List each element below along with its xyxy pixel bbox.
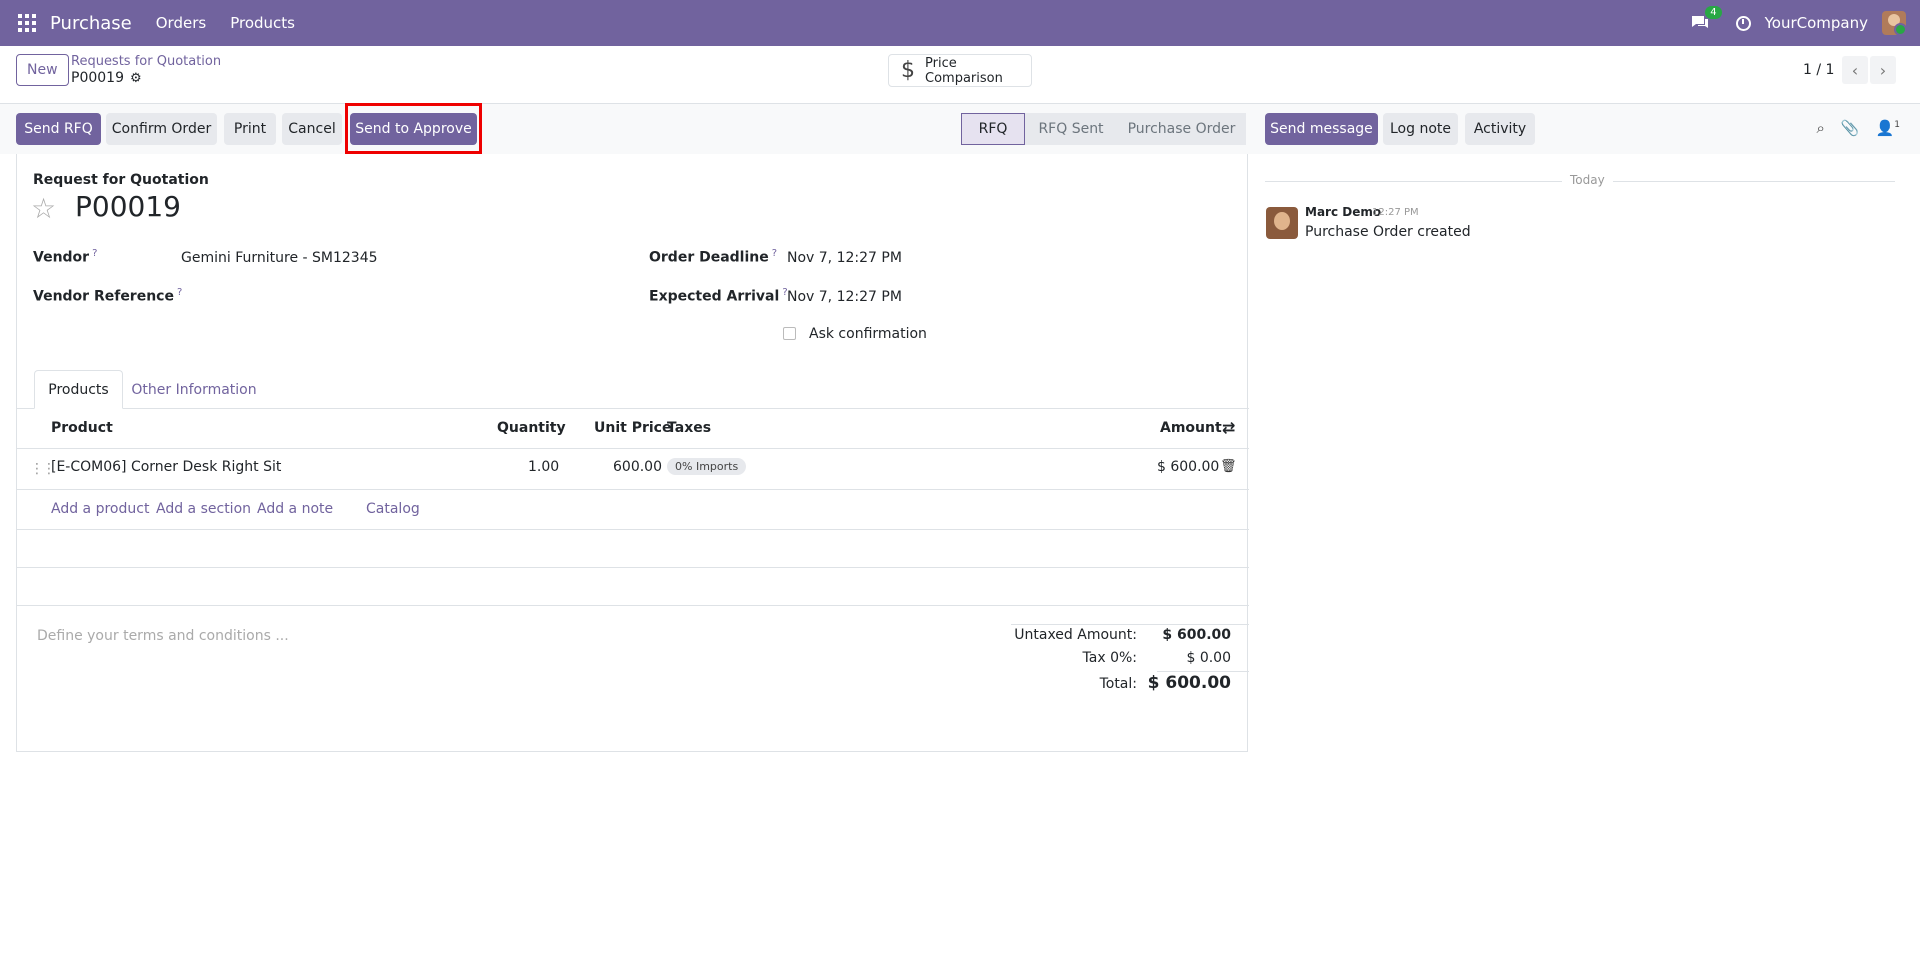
status-rfq[interactable]: RFQ bbox=[961, 113, 1025, 145]
total-divider bbox=[1157, 671, 1249, 672]
add-product-link[interactable]: Add a product bbox=[51, 501, 149, 517]
vendor-reference-field[interactable] bbox=[181, 289, 581, 309]
empty-row bbox=[17, 568, 1249, 606]
add-note-link[interactable]: Add a note bbox=[257, 501, 333, 517]
totals-divider bbox=[1011, 624, 1249, 625]
user-avatar[interactable] bbox=[1882, 11, 1906, 35]
print-button[interactable]: Print bbox=[224, 113, 276, 145]
chevron-right-icon[interactable]: › bbox=[1870, 56, 1896, 84]
terms-input[interactable]: Define your terms and conditions ... bbox=[37, 628, 289, 644]
order-deadline-label: Order Deadline? bbox=[649, 248, 778, 266]
chevron-left-icon[interactable]: ‹ bbox=[1842, 56, 1868, 84]
col-unit-price[interactable]: Unit Price bbox=[594, 420, 671, 436]
status-rfq-sent[interactable]: RFQ Sent bbox=[1025, 113, 1117, 145]
vendor-reference-label: Vendor Reference? bbox=[33, 287, 183, 305]
tab-products[interactable]: Products bbox=[34, 370, 123, 409]
log-note-button[interactable]: Log note bbox=[1383, 113, 1458, 145]
line-amount: $ 600.00 bbox=[1157, 459, 1220, 475]
total-value: $ 600.00 bbox=[1147, 673, 1231, 693]
breadcrumb[interactable]: Requests for Quotation bbox=[71, 54, 221, 69]
untaxed-label: Untaxed Amount: bbox=[1014, 627, 1137, 643]
tab-other-information[interactable]: Other Information bbox=[125, 370, 263, 409]
send-to-approve-button[interactable]: Send to Approve bbox=[350, 113, 477, 145]
record-title-text: P00019 bbox=[71, 70, 124, 86]
top-navbar: Purchase Orders Products 4 YourCompany bbox=[0, 0, 1920, 46]
vendor-field[interactable]: Gemini Furniture - SM12345 bbox=[181, 250, 378, 266]
activity-button[interactable]: Activity bbox=[1465, 113, 1535, 145]
col-taxes[interactable]: Taxes bbox=[667, 420, 711, 436]
send-rfq-button[interactable]: Send RFQ bbox=[16, 113, 101, 145]
notebook-tabs: Products Other Information bbox=[17, 370, 1249, 409]
trash-icon[interactable]: 🗑 bbox=[1220, 459, 1237, 474]
new-button[interactable]: New bbox=[16, 54, 69, 86]
today-label: Today bbox=[1562, 173, 1613, 187]
message-author-avatar[interactable] bbox=[1266, 207, 1298, 239]
tax-label: Tax 0%: bbox=[1082, 650, 1137, 666]
chatter-tools: ⌕ 📎 👤1 bbox=[1800, 119, 1900, 137]
add-line-row: Add a product Add a section Add a note C… bbox=[17, 490, 1249, 530]
untaxed-value: $ 600.00 bbox=[1162, 627, 1231, 643]
ask-confirmation-label: Ask confirmation bbox=[809, 326, 927, 342]
chat-count-badge: 4 bbox=[1705, 6, 1722, 19]
company-switcher[interactable]: YourCompany bbox=[1765, 14, 1868, 32]
total-label: Total: bbox=[1099, 676, 1137, 692]
record-title: P00019 ⚙ bbox=[71, 70, 142, 86]
order-deadline-field[interactable]: Nov 7, 12:27 PM bbox=[787, 250, 902, 266]
menu-products[interactable]: Products bbox=[230, 14, 295, 32]
activity-clock-icon[interactable] bbox=[1735, 15, 1751, 31]
price-comparison-button[interactable]: $ Price Comparison bbox=[888, 54, 1032, 87]
star-icon[interactable]: ☆ bbox=[31, 192, 56, 225]
status-purchase-order[interactable]: Purchase Order bbox=[1117, 113, 1246, 145]
col-amount[interactable]: Amount bbox=[1160, 420, 1222, 436]
empty-row bbox=[17, 530, 1249, 568]
price-comparison-label: Price Comparison bbox=[925, 55, 1003, 86]
message-time: 12:27 PM bbox=[1372, 207, 1419, 218]
line-product[interactable]: [E-COM06] Corner Desk Right Sit bbox=[51, 459, 281, 475]
pager-value[interactable]: 1 / 1 bbox=[1803, 62, 1834, 78]
tax-value: $ 0.00 bbox=[1186, 650, 1231, 666]
record-name: P00019 bbox=[75, 190, 181, 223]
search-icon[interactable]: ⌕ bbox=[1816, 119, 1824, 137]
lines-table-header: Product Quantity Unit Price Taxes Amount… bbox=[17, 409, 1249, 449]
chat-icon[interactable]: 4 bbox=[1690, 6, 1722, 32]
message-body: Purchase Order created bbox=[1305, 224, 1471, 240]
cancel-button[interactable]: Cancel bbox=[282, 113, 342, 145]
line-quantity[interactable]: 1.00 bbox=[528, 459, 559, 475]
expected-arrival-label: Expected Arrival? bbox=[649, 287, 788, 305]
menu-orders[interactable]: Orders bbox=[156, 14, 206, 32]
confirm-order-button[interactable]: Confirm Order bbox=[106, 113, 217, 145]
gear-icon[interactable]: ⚙ bbox=[130, 71, 142, 86]
message-author[interactable]: Marc Demo bbox=[1305, 205, 1381, 219]
tax-badge[interactable]: 0% Imports bbox=[667, 458, 747, 475]
add-section-link[interactable]: Add a section bbox=[156, 501, 251, 517]
ask-confirmation-checkbox[interactable] bbox=[783, 327, 796, 340]
paperclip-icon[interactable]: 📎 bbox=[1841, 119, 1860, 137]
expected-arrival-field[interactable]: Nov 7, 12:27 PM bbox=[787, 289, 902, 305]
send-message-button[interactable]: Send message bbox=[1265, 113, 1378, 145]
help-icon[interactable]: ? bbox=[92, 248, 97, 259]
vendor-label: Vendor? bbox=[33, 248, 98, 266]
form-header-label: Request for Quotation bbox=[33, 172, 209, 188]
help-icon[interactable]: ? bbox=[772, 248, 777, 259]
col-product[interactable]: Product bbox=[51, 420, 113, 436]
status-bar: RFQ RFQ Sent Purchase Order bbox=[961, 113, 1246, 145]
optional-columns-icon[interactable]: ⇄ bbox=[1222, 418, 1235, 437]
control-panel: New Requests for Quotation P00019 ⚙ $ Pr… bbox=[0, 46, 1920, 104]
apps-menu-icon[interactable] bbox=[18, 14, 36, 32]
catalog-link[interactable]: Catalog bbox=[366, 501, 420, 517]
col-quantity[interactable]: Quantity bbox=[497, 420, 566, 436]
form-sheet: Request for Quotation ☆ P00019 Vendor? G… bbox=[16, 154, 1249, 752]
line-unit-price[interactable]: 600.00 bbox=[613, 459, 662, 475]
action-bar: Send RFQ Confirm Order Print Cancel Send… bbox=[0, 104, 1920, 154]
table-row[interactable]: ⋮⋮ [E-COM06] Corner Desk Right Sit 1.00 … bbox=[17, 449, 1249, 490]
followers-count: 1 bbox=[1894, 120, 1900, 130]
dollar-icon: $ bbox=[901, 58, 915, 83]
followers-icon[interactable]: 👤1 bbox=[1876, 119, 1900, 137]
app-brand[interactable]: Purchase bbox=[50, 13, 132, 34]
